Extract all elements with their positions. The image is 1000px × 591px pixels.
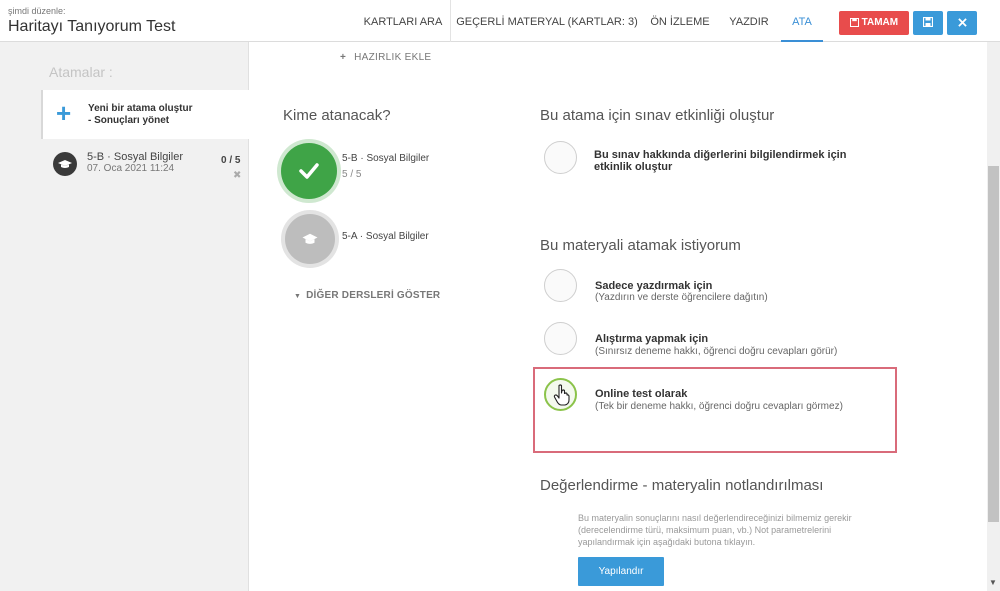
graduation-cap-icon <box>302 233 318 244</box>
class-name: 5-B · Sosyal Bilgiler <box>342 153 430 164</box>
done-button-label: TAMAM <box>861 17 899 28</box>
assignment-count: 0 / 5 <box>221 155 241 166</box>
save-button[interactable] <box>913 11 943 35</box>
tab-current-material[interactable]: GEÇERLİ MATERYAL (KARTLAR: 3) <box>456 0 638 42</box>
tab-assign[interactable]: ATA <box>781 0 823 42</box>
option-subtitle: (Tek bir deneme hakkı, öğrenci doğru cev… <box>595 401 843 412</box>
option-title: Sadece yazdırmak için <box>595 280 713 292</box>
new-assignment-line1: Yeni bir atama oluştur <box>88 103 193 114</box>
checkmark-icon <box>299 163 319 179</box>
tab-search-cards[interactable]: KARTLARI ARA <box>358 0 448 42</box>
class-count: 5 / 5 <box>342 169 362 180</box>
show-other-classes-button[interactable]: ▼ DİĞER DERSLERİ GÖSTER <box>294 290 440 301</box>
assignment-list-item[interactable]: 5-B · Sosyal Bilgiler 07. Oca 2021 11:24… <box>41 148 249 188</box>
option-title: Alıştırma yapmak için <box>595 333 709 345</box>
assignment-name: 5-B · Sosyal Bilgiler <box>87 151 183 163</box>
assignments-heading: Atamalar : <box>49 64 113 80</box>
caret-down-icon: ▼ <box>294 293 302 300</box>
configure-button[interactable]: Yapılandır <box>578 557 664 586</box>
print-only-radio[interactable] <box>544 269 577 302</box>
scrollbar-thumb[interactable] <box>988 166 999 522</box>
add-preparation-label: HAZIRLIK EKLE <box>354 52 432 63</box>
plus-icon: + <box>56 98 72 128</box>
tab-preview[interactable]: ÖN İZLEME <box>642 0 718 42</box>
close-icon <box>957 18 967 27</box>
class-option[interactable] <box>285 214 335 264</box>
scroll-down-icon[interactable]: ▼ <box>989 578 997 587</box>
main-panel <box>250 42 987 591</box>
option-title: Online test olarak <box>595 388 688 400</box>
exam-activity-title: Bu atama için sınav etkinliği oluştur <box>540 107 775 124</box>
new-assignment-line2: - Sonuçları yönet <box>88 115 170 126</box>
assign-material-title: Bu materyali atamak istiyorum <box>540 237 741 254</box>
exam-activity-radio[interactable] <box>544 141 577 174</box>
assignment-date: 07. Oca 2021 11:24 <box>87 163 175 174</box>
floppy-icon <box>922 17 934 28</box>
show-more-label: DİĞER DERSLERİ GÖSTER <box>306 290 441 301</box>
app-header: şimdi düzenle: Haritayı Tanıyorum Test K… <box>0 0 1000 42</box>
edit-label: şimdi düzenle: <box>8 6 66 16</box>
page-title: Haritayı Tanıyorum Test <box>8 18 176 35</box>
assign-to-title: Kime atanacak? <box>283 107 391 124</box>
option-subtitle: (Sınırsız deneme hakkı, öğrenci doğru ce… <box>595 346 838 357</box>
exam-activity-line2: etkinlik oluştur <box>594 161 673 173</box>
class-option-selected[interactable] <box>281 143 337 199</box>
delete-assignment-icon[interactable]: ✖ <box>233 170 241 181</box>
tab-print[interactable]: YAZDIR <box>722 0 776 42</box>
done-button[interactable]: TAMAM <box>839 11 909 35</box>
save-icon <box>849 17 859 27</box>
class-name: 5-A · Sosyal Bilgiler <box>342 231 429 242</box>
practice-radio[interactable] <box>544 322 577 355</box>
evaluation-description: Bu materyalin sonuçlarını nasıl değerlen… <box>578 513 852 547</box>
hand-pointer-icon <box>553 384 570 406</box>
exam-activity-line1: Bu sınav hakkında diğerlerini bilgilendi… <box>594 149 847 161</box>
add-preparation-button[interactable]: + HAZIRLIK EKLE <box>340 52 431 63</box>
graduation-cap-icon <box>53 152 77 176</box>
new-assignment-item[interactable]: + Yeni bir atama oluştur - Sonuçları yön… <box>41 90 249 139</box>
tab-separator <box>450 0 451 42</box>
evaluation-title: Değerlendirme - materyalin notlandırılma… <box>540 477 824 494</box>
online-test-radio[interactable] <box>544 378 577 411</box>
plus-icon: + <box>340 52 347 63</box>
option-subtitle: (Yazdırın ve derste öğrencilere dağıtın) <box>595 292 768 303</box>
close-button[interactable] <box>947 11 977 35</box>
